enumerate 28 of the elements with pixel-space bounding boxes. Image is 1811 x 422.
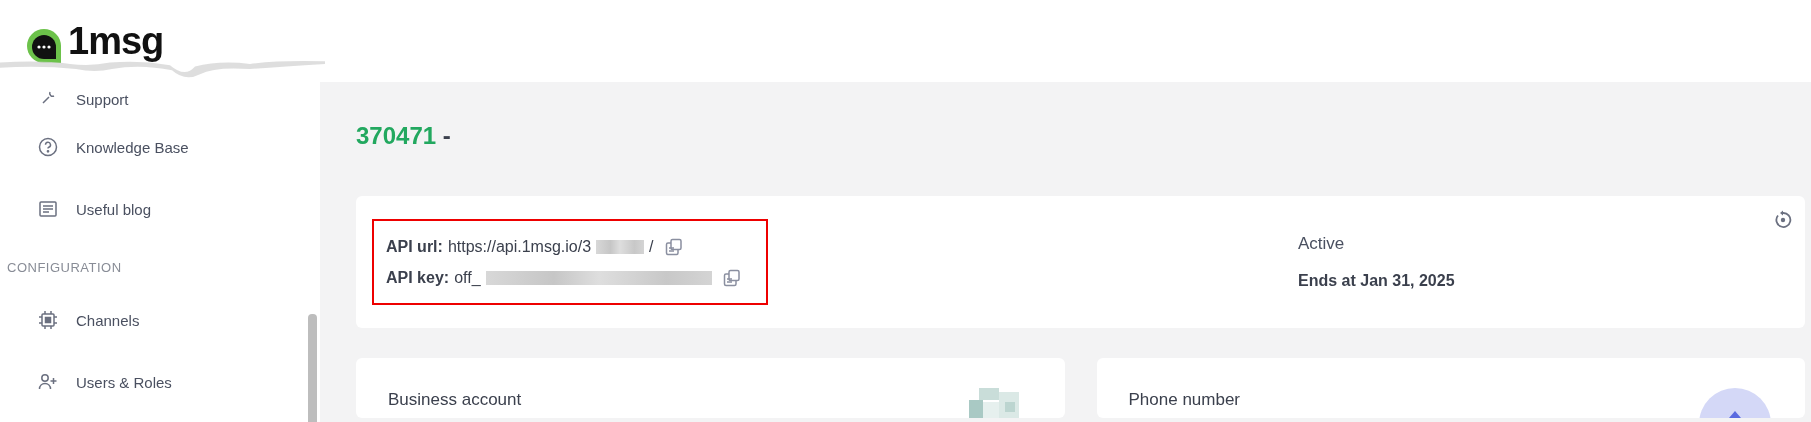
api-key-label: API key:: [386, 268, 450, 287]
page-title: 370471 -: [356, 121, 452, 151]
status-text: Active: [1298, 234, 1346, 254]
sidebar-item[interactable]: Channels: [0, 289, 308, 351]
chip-icon: [38, 310, 58, 330]
chat-bubble-icon: [24, 26, 64, 63]
card-title: Business account: [388, 390, 522, 410]
end-date: Ends at Jan 31, 2025: [1298, 272, 1455, 290]
section-heading: CONFIGURATION: [6, 259, 123, 277]
scrollbar-thumb[interactable]: [308, 314, 317, 422]
sidebar-item[interactable]: Support: [0, 82, 308, 116]
copy-icon[interactable]: [722, 268, 741, 287]
redacted-text: [596, 239, 645, 254]
document-icon: [38, 199, 58, 219]
card-title: Phone number: [1128, 390, 1241, 410]
sidebar-item[interactable]: Users & Roles: [0, 351, 308, 413]
sidebar-item[interactable]: Knowledge Base: [0, 116, 308, 178]
api-url-value: https://api.1msg.io/3: [447, 237, 592, 256]
refresh-icon[interactable]: [1773, 210, 1793, 230]
sidebar-item[interactable]: Useful blog: [0, 178, 308, 240]
user-plus-icon: [38, 372, 58, 392]
copy-icon[interactable]: [664, 237, 683, 256]
logo-text: 1msg: [68, 19, 164, 63]
api-url-label: API url:: [386, 237, 443, 256]
url-slash: /: [649, 237, 654, 256]
question-circle-icon: [38, 137, 58, 157]
api-key-value: off_: [454, 268, 481, 287]
avatar-icon: [1699, 388, 1771, 418]
